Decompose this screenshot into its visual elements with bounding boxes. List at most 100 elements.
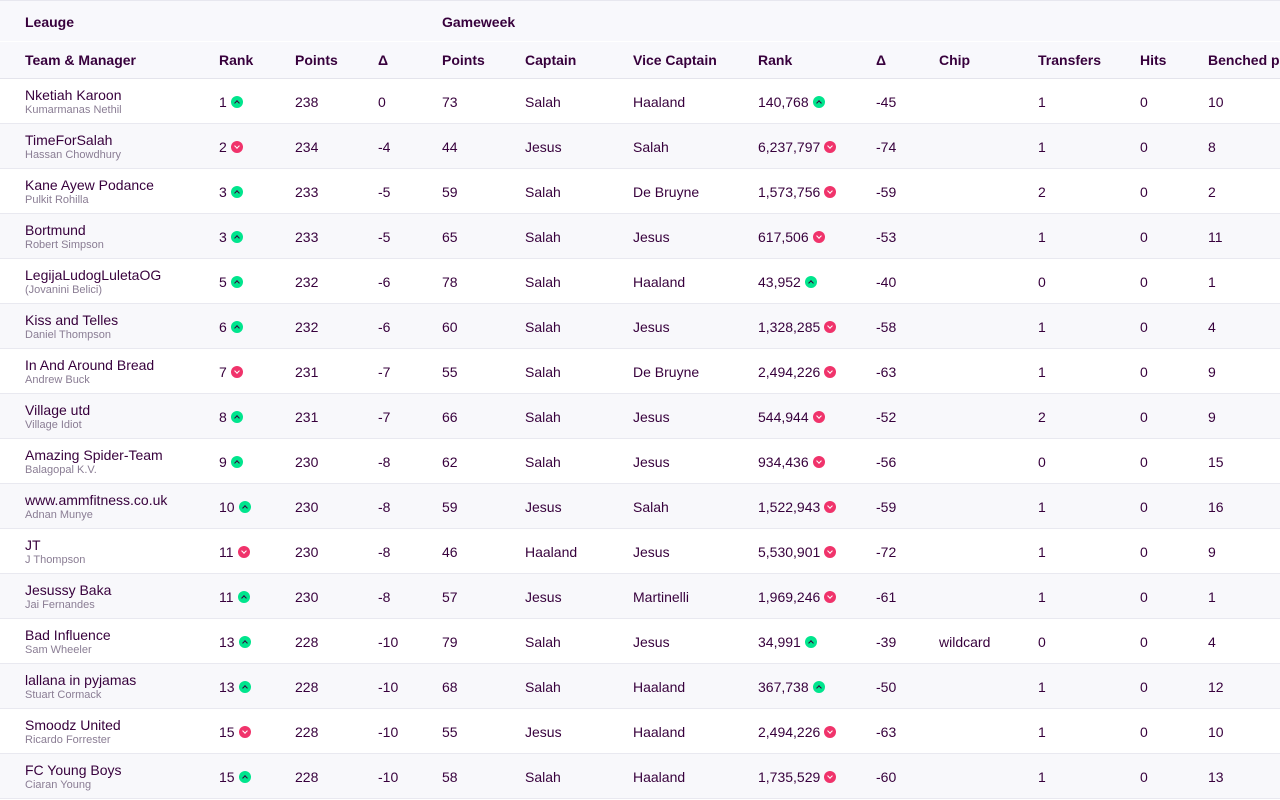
table-row[interactable]: FC Young Boys Ciaran Young 15 1,735,529 228 -… (0, 754, 1280, 799)
table-row[interactable]: Village utd Village Idiot 8 544,944 231 -7 66 S… (0, 394, 1280, 439)
vice-captain-cell: Jesus (633, 544, 670, 560)
team-name-link[interactable]: TimeForSalah (25, 132, 121, 148)
hits-cell: 0 (1140, 229, 1148, 245)
col-header-chip[interactable]: Chip (939, 52, 970, 68)
team-name-link[interactable]: Jesussy Baka (25, 582, 111, 598)
table-row[interactable]: Bad Influence Sam Wheeler 13 34,991 228 -10 79… (0, 619, 1280, 664)
team-name-link[interactable]: JT (25, 537, 85, 553)
rank-down-icon (824, 591, 837, 603)
team-name-link[interactable]: In And Around Bread (25, 357, 154, 373)
gw-points-cell: 57 (442, 589, 458, 605)
team-name-link[interactable]: Nketiah Karoon (25, 87, 122, 103)
col-header-points[interactable]: Points (295, 52, 338, 68)
captain-cell: Salah (525, 229, 561, 245)
rank-value: 9 (219, 454, 227, 470)
gw-points-cell: 58 (442, 769, 458, 785)
table-row[interactable]: lallana in pyjamas Stuart Cormack 13 367,73… (0, 664, 1280, 709)
col-header-rank[interactable]: Rank (219, 52, 253, 68)
rank-cell: 15 (219, 769, 251, 785)
col-header-hits[interactable]: Hits (1140, 52, 1166, 68)
rank-down-icon (230, 141, 243, 153)
benched-points-cell: 16 (1208, 499, 1224, 515)
team-name-link[interactable]: www.ammfitness.co.uk (25, 492, 167, 508)
delta-cell: -8 (378, 589, 391, 605)
captain-cell: Jesus (525, 139, 562, 155)
team-manager-cell: Bortmund Robert Simpson (25, 222, 104, 251)
team-name-link[interactable]: Kane Ayew Podance (25, 177, 154, 193)
team-name-link[interactable]: LegijaLudogLuletaOG (25, 267, 161, 283)
team-manager-cell: Smoodz United Ricardo Forrester (25, 717, 121, 746)
vice-captain-cell: Jesus (633, 454, 670, 470)
team-name-link[interactable]: Amazing Spider-Team (25, 447, 163, 463)
table-row[interactable]: JT J Thompson 11 5,530,901 230 -8 46 Haaland Jes… (0, 529, 1280, 574)
team-name-link[interactable]: Bortmund (25, 222, 104, 238)
col-header-gw-points[interactable]: Points (442, 52, 485, 68)
team-name-link[interactable]: Village utd (25, 402, 90, 418)
col-header-benched-points[interactable]: Benched p (1208, 52, 1280, 68)
team-manager-cell: FC Young Boys Ciaran Young (25, 762, 122, 791)
captain-cell: Jesus (525, 499, 562, 515)
col-header-delta[interactable]: Δ (378, 52, 388, 68)
benched-points-cell: 15 (1208, 454, 1224, 470)
table-row[interactable]: Amazing Spider-Team Balagopal K.V. 9 934,43… (0, 439, 1280, 484)
hits-cell: 0 (1140, 544, 1148, 560)
transfers-cell: 1 (1038, 229, 1046, 245)
table-row[interactable]: Jesussy Baka Jai Fernandes 11 1,969,246 230-… (0, 574, 1280, 619)
rank-up-icon (237, 591, 250, 603)
manager-name: Village Idiot (25, 419, 82, 431)
team-name-link[interactable]: Smoodz United (25, 717, 121, 733)
table-row[interactable]: LegijaLudogLuletaOG (Jovanini Belici) 5 43,… (0, 259, 1280, 304)
delta-cell: -10 (378, 679, 399, 695)
team-name-link[interactable]: FC Young Boys (25, 762, 122, 778)
points-cell: 238 (295, 94, 319, 110)
gw-delta-cell: -53 (876, 229, 897, 245)
gw-rank-cell: 934,436 (758, 454, 825, 470)
table-row[interactable]: Bortmund Robert Simpson 3 617,506 233 -5 65 Sal… (0, 214, 1280, 259)
hits-cell: 0 (1140, 139, 1148, 155)
rank-value: 8 (219, 409, 227, 425)
table-row[interactable]: Smoodz United Ricardo Forrester 15 2,494,22… (0, 709, 1280, 754)
points-cell: 232 (295, 274, 319, 290)
col-header-transfers[interactable]: Transfers (1038, 52, 1101, 68)
vice-captain-cell: Haaland (633, 679, 686, 695)
captain-cell: Salah (525, 274, 561, 290)
col-header-vice-captain[interactable]: Vice Captain (633, 52, 717, 68)
table-row[interactable]: Kiss and Telles Daniel Thompson 6 1,328,285… (0, 304, 1280, 349)
rank-up-icon (230, 456, 243, 468)
transfers-cell: 1 (1038, 94, 1046, 110)
table-row[interactable]: Nketiah Karoon Kumarmanas Nethil 1 140,768 2… (0, 79, 1280, 124)
delta-cell: -6 (378, 319, 391, 335)
vice-captain-cell: Jesus (633, 319, 670, 335)
hits-cell: 0 (1140, 724, 1148, 740)
col-header-gw-rank[interactable]: Rank (758, 52, 792, 68)
gw-points-cell: 55 (442, 724, 458, 740)
team-name-link[interactable]: lallana in pyjamas (25, 672, 136, 688)
rank-value: 2 (219, 139, 227, 155)
rank-cell: 5 (219, 274, 243, 290)
manager-name: Adnan Munye (25, 509, 93, 521)
gw-rank-cell: 2,494,226 (758, 724, 837, 740)
table-row[interactable]: www.ammfitness.co.uk Adnan Munye 10 1,522,9… (0, 484, 1280, 529)
gw-delta-cell: -63 (876, 724, 897, 740)
table-row[interactable]: In And Around Bread Andrew Buck 7 2,494,226… (0, 349, 1280, 394)
gw-rank-value: 2,494,226 (758, 724, 821, 740)
table-row[interactable]: TimeForSalah Hassan Chowdhury 2 6,237,797 23… (0, 124, 1280, 169)
gw-delta-cell: -58 (876, 319, 897, 335)
gw-delta-cell: -63 (876, 364, 897, 380)
transfers-cell: 2 (1038, 409, 1046, 425)
gw-delta-cell: -61 (876, 589, 897, 605)
group-header-league: Leauge (25, 14, 75, 30)
col-header-captain[interactable]: Captain (525, 52, 576, 68)
gw-points-cell: 55 (442, 364, 458, 380)
rank-up-icon (238, 771, 251, 783)
points-cell: 230 (295, 454, 319, 470)
col-header-team-manager[interactable]: Team & Manager (25, 52, 136, 68)
gw-rank-value: 1,573,756 (758, 184, 821, 200)
rank-cell: 8 (219, 409, 243, 425)
table-row[interactable]: Kane Ayew Podance Pulkit Rohilla 3 1,573,75… (0, 169, 1280, 214)
col-header-gw-delta[interactable]: Δ (876, 52, 886, 68)
rank-cell: 2 (219, 139, 243, 155)
team-name-link[interactable]: Bad Influence (25, 627, 111, 643)
rank-value: 3 (219, 184, 227, 200)
team-name-link[interactable]: Kiss and Telles (25, 312, 118, 328)
